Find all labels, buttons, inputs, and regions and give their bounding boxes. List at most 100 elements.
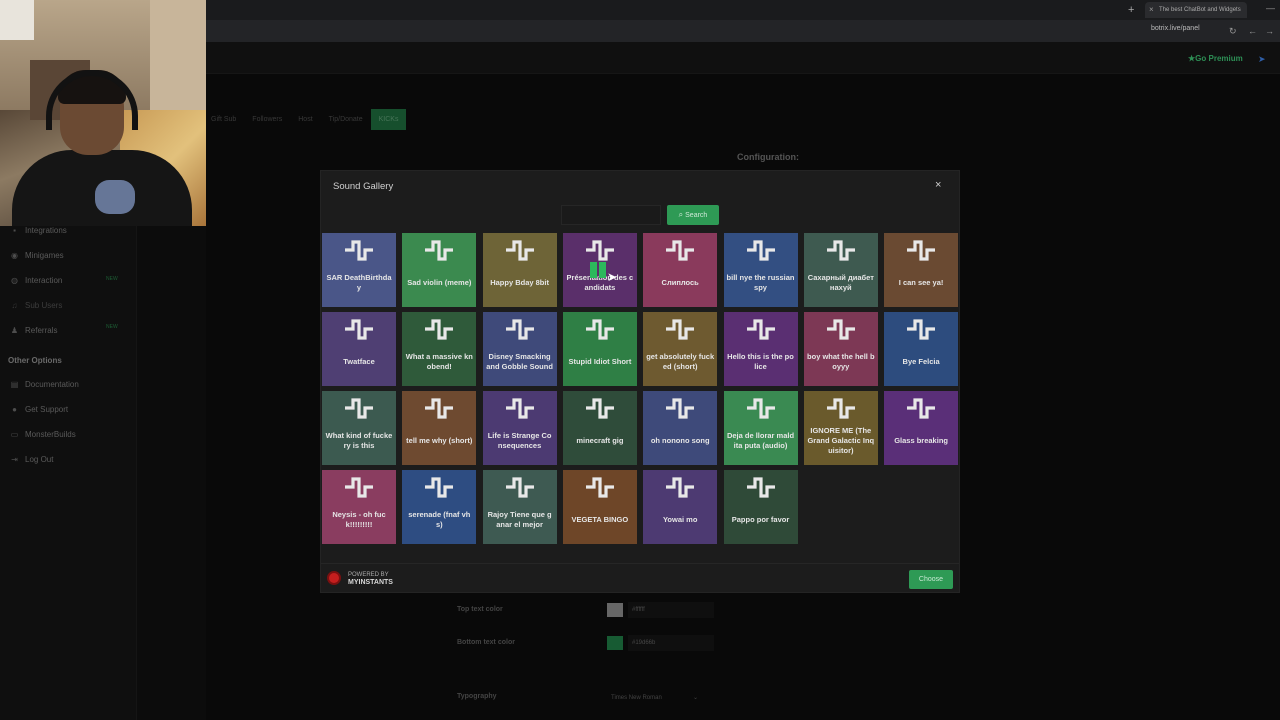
sidebar-item-documentation[interactable]: ▤ Documentation (10, 380, 79, 389)
back-arrow-icon[interactable]: ← (1248, 25, 1257, 37)
modal-title: Sound Gallery (333, 181, 394, 192)
sound-grid: SAR DeathBirthday Sad violin (meme) Happy … (322, 233, 962, 547)
minimize-button[interactable]: — (1266, 3, 1275, 13)
sidebar-item-get-support[interactable]: ● Get Support (10, 405, 68, 414)
sound-tile[interactable]: Deja de llorar maldita puta (audio) (723, 391, 798, 465)
waveform-icon (345, 477, 373, 498)
sound-tile[interactable]: Life is Strange Consequences (482, 391, 557, 465)
sound-tile[interactable]: get absolutely fucked (short) (643, 312, 718, 386)
sound-label: serenade (fnaf vhs) (408, 510, 471, 529)
sound-tile[interactable]: VEGETA BINGO (562, 470, 637, 544)
close-icon[interactable]: × (935, 179, 941, 191)
sound-tile[interactable]: Twatface (322, 312, 396, 386)
url-field[interactable]: botrix.live/panel (1151, 25, 1200, 32)
waveform-icon (666, 319, 695, 340)
waveform-icon (585, 240, 614, 261)
bird-icon[interactable]: ➤ (1258, 54, 1266, 65)
sound-label: SAR DeathBirthday (326, 273, 392, 292)
waveform-icon (746, 398, 775, 419)
sound-label: Sad violin (meme) (407, 278, 472, 287)
mouse-cursor-icon: ➤ (607, 270, 618, 284)
sound-tile[interactable]: serenade (fnaf vhs) (402, 470, 477, 544)
waveform-icon (345, 240, 373, 261)
sound-tile[interactable]: Sad violin (meme) (402, 233, 477, 307)
search-icon: ⌕ (678, 210, 684, 219)
sound-tile[interactable]: Rajoy Tiene que ganar el mejor (482, 470, 557, 544)
choose-button[interactable]: Choose (909, 570, 953, 589)
puzzle-icon: ▪ (13, 226, 16, 235)
waveform-icon (425, 240, 454, 261)
sound-tile[interactable]: oh nonono song (643, 391, 718, 465)
sound-tile[interactable]: Сахарный диабет нахуй (803, 233, 878, 307)
sidebar-item-log-out[interactable]: ⇥ Log Out (10, 455, 53, 464)
sidebar-item-referrals[interactable]: ♟ Referrals (10, 326, 58, 335)
sidebar-item-interaction[interactable]: ◍ Interaction (10, 276, 62, 285)
waveform-icon (345, 319, 373, 340)
sound-tile[interactable]: Bye Felcia (884, 312, 959, 386)
forward-arrow-icon[interactable]: → (1265, 25, 1274, 37)
search-button[interactable]: ⌕ Search (667, 205, 719, 225)
sidebar-item-label: Integrations (25, 226, 67, 235)
sound-tile[interactable]: IGNORE ME (The Grand Galactic Inquisitor… (803, 391, 878, 465)
sound-tile[interactable]: Stupid Idiot Short (562, 312, 637, 386)
waveform-icon (826, 398, 855, 419)
sound-label: Сахарный диабет нахуй (807, 273, 874, 292)
refresh-icon[interactable]: ↻ (1229, 25, 1237, 37)
waveform-icon (746, 319, 775, 340)
sound-tile[interactable]: What kind of fuckery is this (322, 391, 396, 465)
new-tab-button[interactable]: + (1128, 2, 1134, 18)
sound-tile[interactable]: I can see ya! (884, 233, 959, 307)
sound-tile[interactable]: Disney Smacking and Gobble Sound (482, 312, 557, 386)
sound-tile[interactable]: Glass breaking (884, 391, 959, 465)
sound-tile[interactable]: Слиплось (643, 233, 718, 307)
sound-tile[interactable]: boy what the hell boyyy (803, 312, 878, 386)
sound-gallery-modal: Sound Gallery × ⌕ Search SAR DeathBirthda… (320, 170, 960, 593)
sidebar-item-label: Referrals (25, 326, 58, 335)
webcam-overlay (0, 0, 206, 226)
sidebar-item-label: MonsterBuilds (25, 430, 76, 439)
sidebar-item-label: Documentation (25, 380, 79, 389)
tab-close-icon[interactable]: × (1149, 2, 1154, 18)
waveform-icon (666, 398, 695, 419)
go-premium-link[interactable]: ★Go Premium (1188, 54, 1243, 63)
waveform-icon (425, 477, 454, 498)
sidebar-item-minigames[interactable]: ◉ Minigames (10, 251, 64, 260)
waveform-icon (826, 319, 855, 340)
sound-label: Hello this is the police (727, 352, 794, 371)
sound-label: Yowai mo (662, 515, 698, 524)
sidebar-item-integrations[interactable]: ▪ Integrations (10, 226, 67, 235)
sound-tile[interactable]: minecraft gig (562, 391, 637, 465)
sound-label: tell me why (short) (406, 436, 473, 445)
sound-label: boy what the hell boyyy (807, 352, 875, 371)
waveform-icon (746, 240, 775, 261)
waveform-icon (826, 240, 855, 261)
sidebar-item-label: Minigames (25, 251, 64, 260)
sound-tile[interactable]: bill nye the russian spy (723, 233, 798, 307)
sound-tile[interactable]: Happy Bday 8bit (482, 233, 557, 307)
sound-label: What kind of fuckery is this (325, 431, 393, 450)
sidebar-item-monsterbuilds[interactable]: ▭ MonsterBuilds (10, 430, 76, 439)
browser-tab[interactable]: × The best ChatBot and Widgets (1145, 2, 1247, 18)
help-icon: ● (12, 405, 17, 414)
gamepad-icon: ◉ (11, 251, 18, 260)
waveform-icon (505, 398, 534, 419)
sound-label: Neysis - oh fuck!!!!!!!!! (332, 510, 386, 529)
sound-tile[interactable]: Pappo por favor (723, 470, 798, 544)
sidebar-item-label: Interaction (25, 276, 63, 285)
sound-tile[interactable]: tell me why (short) (402, 391, 477, 465)
waveform-icon (505, 477, 534, 498)
sidebar-item-label: Sub Users (25, 301, 63, 310)
sidebar-item-label: Get Support (25, 405, 69, 414)
sound-tile[interactable]: Neysis - oh fuck!!!!!!!!! (322, 470, 396, 544)
users-icon: ♟ (10, 326, 19, 335)
sound-tile[interactable]: Hello this is the police (723, 312, 798, 386)
waveform-icon (666, 477, 695, 498)
sound-label: VEGETA BINGO (571, 515, 629, 524)
new-badge: NEW (106, 276, 118, 282)
waveform-icon (746, 477, 775, 498)
sound-tile[interactable]: Yowai mo (643, 470, 718, 544)
sidebar-item-sub-users[interactable]: ♫ Sub Users (10, 301, 63, 310)
sound-tile[interactable]: What a massive knobend! (402, 312, 477, 386)
search-input[interactable] (561, 205, 661, 225)
sound-tile[interactable]: SAR DeathBirthday (322, 233, 396, 307)
